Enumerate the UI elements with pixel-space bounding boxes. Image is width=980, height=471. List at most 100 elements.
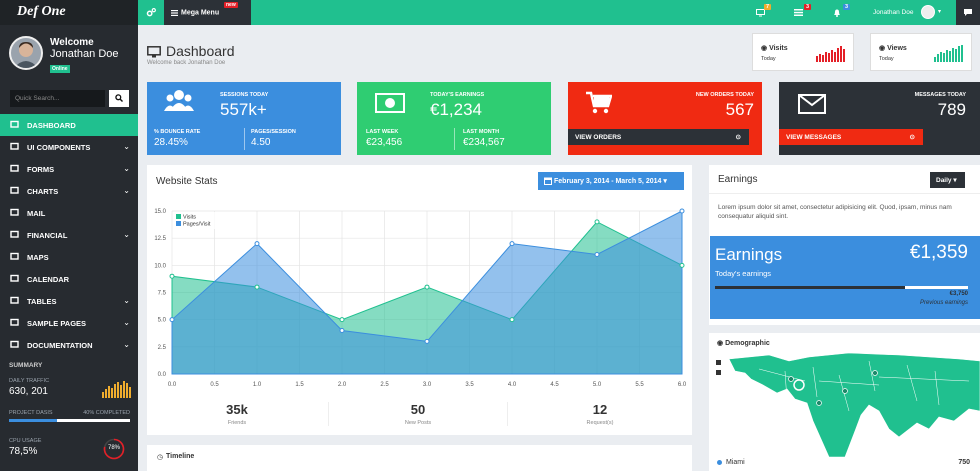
file-icon [10, 318, 19, 327]
view-messages-label: VIEW MESSAGES [786, 134, 842, 141]
period-dropdown[interactable]: Daily ▾ [930, 172, 965, 188]
data-point[interactable] [424, 338, 430, 344]
data-point[interactable] [424, 284, 430, 290]
data-point[interactable] [594, 219, 600, 225]
visits-label: ◉ Visits [761, 44, 788, 52]
earnings-big-value: €1,359 [909, 242, 968, 263]
sidebar-item-maps[interactable]: MAPS [0, 246, 138, 268]
sidebar-item-dashboard[interactable]: DASHBOARD [0, 114, 138, 136]
earnings-text: Lorem ipsum dolor sit amet, consectetur … [718, 204, 952, 220]
sidebar-item-forms[interactable]: FORMS ⌄ [0, 158, 138, 180]
data-point[interactable] [169, 317, 175, 323]
sparkline-bar [825, 52, 827, 62]
project-progress-fill [9, 419, 58, 422]
sessions-value: 557k+ [220, 100, 267, 119]
topbar-user-name[interactable]: Jonathan Doe [873, 9, 913, 16]
legend-dot [717, 460, 722, 465]
avatar[interactable] [9, 36, 43, 70]
data-point[interactable] [339, 328, 345, 334]
data-point[interactable] [169, 273, 175, 279]
sparkline-bar [102, 392, 104, 398]
envelope-icon [10, 208, 19, 217]
page-title: Dashboard [166, 43, 235, 59]
x-tick-label: 2.5 [380, 382, 389, 388]
zoom-in-button[interactable] [716, 360, 721, 365]
legend-swatch [176, 221, 181, 226]
sidebar-item-ui-components[interactable]: UI COMPONENTS ⌄ [0, 136, 138, 158]
views-text: Views [887, 45, 907, 52]
data-point[interactable] [254, 284, 260, 290]
pps-value: 4.50 [251, 137, 271, 148]
timeline-title: Timeline [166, 453, 195, 460]
mega-menu-button[interactable]: Mega Menu new [164, 0, 251, 25]
sidebar-item-label: CALENDAR [27, 275, 70, 284]
chat-toggle[interactable] [956, 0, 980, 25]
chevron-down-icon: ⌄ [123, 296, 130, 305]
chevron-down-icon: ⌄ [123, 164, 130, 173]
tasks-icon[interactable] [794, 9, 803, 16]
mega-menu-label: Mega Menu [181, 9, 220, 17]
sparkline-bar [958, 46, 960, 62]
monitor-icon [10, 120, 19, 129]
data-point[interactable] [254, 241, 260, 247]
sidebar-item-calendar[interactable]: CALENDAR [0, 268, 138, 290]
view-messages-button[interactable]: VIEW MESSAGES ⊙ [779, 129, 923, 145]
envelope-icon [798, 94, 826, 114]
earnings-progress-bar [715, 286, 968, 289]
last-week-value: €23,456 [366, 137, 403, 148]
sidebar-item-financial[interactable]: FINANCIAL ⌄ [0, 224, 138, 246]
sidebar-item-label: TABLES [27, 297, 57, 306]
world-map[interactable] [729, 351, 980, 457]
messages-value: 789 [937, 100, 966, 119]
zoom-out-button[interactable] [716, 370, 721, 375]
earnings-big-label: Earnings [715, 245, 783, 264]
sidebar-item-sample-pages[interactable]: SAMPLE PAGES ⌄ [0, 312, 138, 334]
last-month-value: €234,567 [463, 137, 505, 148]
bell-icon[interactable] [833, 9, 841, 17]
data-point[interactable] [679, 208, 685, 214]
traffic-sparkline [102, 381, 131, 398]
bounce-value: 28.45% [154, 137, 188, 148]
stat-requests: 12 Request(s) [510, 402, 690, 426]
sparkline-bar [949, 51, 951, 62]
legend-label: Pages/Visit [183, 222, 211, 228]
sidebar-item-tables[interactable]: TABLES ⌄ [0, 290, 138, 312]
comments-icon [964, 9, 972, 16]
data-point[interactable] [509, 241, 515, 247]
sidebar-item-charts[interactable]: CHARTS ⌄ [0, 180, 138, 202]
views-label: ◉ Views [879, 44, 907, 52]
visits-text: Visits [769, 45, 788, 52]
search-input[interactable] [10, 90, 105, 107]
cpu-value: 78,5% [9, 446, 38, 457]
sparkline-bar [123, 381, 125, 398]
x-tick-label: 6.0 [678, 382, 687, 388]
chevron-down-icon[interactable]: ▾ [938, 8, 941, 15]
chevron-down-icon: ⌄ [123, 340, 130, 349]
sidebar-item-documentation[interactable]: DOCUMENTATION ⌄ [0, 334, 138, 356]
sparkline-bar [961, 45, 963, 62]
sidebar-item-mail[interactable]: MAIL [0, 202, 138, 224]
sparkline-bar [108, 386, 110, 398]
last-week-label: LAST WEEK [366, 129, 399, 135]
top-bar: Mega Menu new 7 3 3 Jonathan Doe ▾ [138, 0, 980, 25]
data-point[interactable] [594, 251, 600, 257]
previous-earnings-label: Previous earnings [919, 300, 968, 306]
sparkline-bar [840, 46, 842, 62]
cogs-icon[interactable] [146, 7, 157, 18]
data-point[interactable] [339, 317, 345, 323]
brand-logo[interactable]: Def One [0, 0, 138, 25]
sparkline-bar [955, 49, 957, 62]
monitor-notification-icon[interactable] [756, 9, 765, 17]
data-point[interactable] [679, 262, 685, 268]
data-point[interactable] [509, 317, 515, 323]
topbar-avatar[interactable] [921, 5, 935, 19]
view-orders-button[interactable]: VIEW ORDERS ⊙ [568, 129, 749, 145]
x-tick-label: 5.5 [635, 382, 644, 388]
search-button[interactable] [109, 90, 129, 107]
earnings-progress-fill [715, 286, 905, 289]
sparkline-bar [937, 54, 939, 62]
calendar-icon [10, 274, 19, 283]
timeline-panel: ◷ Timeline [147, 445, 692, 471]
stat-friends: 35k Friends [147, 402, 327, 426]
y-tick-label: 15.0 [154, 209, 166, 215]
